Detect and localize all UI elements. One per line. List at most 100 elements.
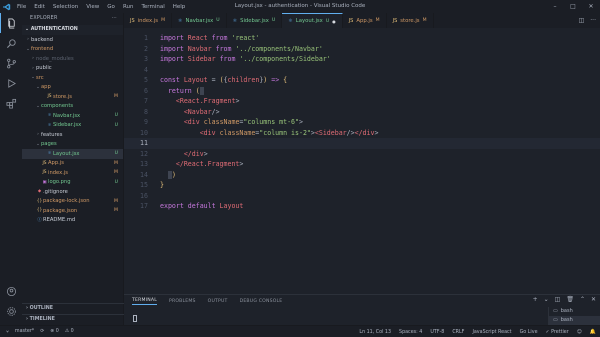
tree-item[interactable]: JS index.js M xyxy=(22,168,123,178)
code-token: > xyxy=(298,118,303,126)
status-item[interactable]: Go Live xyxy=(520,330,538,335)
menu-item-run[interactable]: Run xyxy=(119,4,138,10)
code-line: 5 const Layout = ({children}) => { xyxy=(124,75,600,86)
tree-item[interactable]: ⌄ pages xyxy=(22,140,123,150)
unsaved-dot-icon[interactable]: ● xyxy=(332,19,336,24)
tree-item[interactable]: › features xyxy=(22,130,123,140)
menu-item-selection[interactable]: Selection xyxy=(49,4,82,10)
code-editor[interactable]: 1 import React from 'react' 2 import Navbar… xyxy=(124,28,600,294)
tab-status: U xyxy=(271,18,276,23)
tree-item[interactable]: ⌄ app xyxy=(22,83,123,93)
warnings-count[interactable]: ⚠ 0 xyxy=(65,329,74,334)
status-item[interactable]: Spaces: 4 xyxy=(399,330,422,335)
tab-navbar-jsx[interactable]: ⚛ Navbar.jsx U xyxy=(172,13,227,28)
tree-item[interactable]: ▣ logo.png U xyxy=(22,178,123,188)
feedback-icon[interactable]: ☺ xyxy=(577,330,582,335)
code-line: 16 xyxy=(124,191,600,202)
code-token: <Sidebar xyxy=(314,128,347,137)
workspace-section[interactable]: ⌄ AUTHENTICATION xyxy=(22,25,123,35)
chevron-down-icon[interactable]: ⌄ xyxy=(544,296,549,303)
terminal-icon: ▭ xyxy=(553,308,558,314)
tree-item[interactable]: ◆ .gitignore xyxy=(22,187,123,197)
tree-item[interactable]: {} package-lock.json M xyxy=(22,197,123,207)
more-actions-icon[interactable]: ··· xyxy=(590,17,596,24)
chevron-up-icon[interactable]: ⌃ xyxy=(580,296,585,303)
errors-count[interactable]: ⊗ 0 xyxy=(50,329,59,334)
minimize-icon[interactable]: – xyxy=(546,0,564,13)
tree-item[interactable]: ⌄ components xyxy=(22,102,123,112)
terminal-cursor[interactable] xyxy=(133,315,137,322)
tree-item[interactable]: › backend xyxy=(22,35,123,45)
git-file-icon: ◆ xyxy=(37,189,42,195)
add-terminal-icon[interactable]: + xyxy=(533,296,538,303)
menu-item-help[interactable]: Help xyxy=(169,4,190,10)
outline-section[interactable]: › OUTLINE xyxy=(22,303,124,313)
tree-item[interactable]: ⚛ Navbar.jsx U xyxy=(22,111,123,121)
javascript-file-icon: JS xyxy=(348,17,354,24)
tree-item[interactable]: › node_modules xyxy=(22,54,123,64)
tree-item[interactable]: JS App.js M xyxy=(22,159,123,169)
tree-item[interactable]: ⚛ Sidebar.jsx U xyxy=(22,121,123,131)
status-item[interactable]: Ln 11, Col 13 xyxy=(359,330,391,335)
timeline-section[interactable]: › TIMELINE xyxy=(22,314,124,324)
terminal-name: bash xyxy=(560,317,573,323)
notifications-bell-icon[interactable]: 🔔 xyxy=(590,329,596,335)
code-line: 9 <div className="columns mt-6"> xyxy=(124,117,600,128)
status-item[interactable]: ✓ Prettier xyxy=(546,330,569,335)
close-icon[interactable]: ✕ xyxy=(582,0,600,13)
search-icon[interactable] xyxy=(0,33,22,53)
menu-item-terminal[interactable]: Terminal xyxy=(137,4,168,10)
code-line: 17 export default Layout xyxy=(124,201,600,212)
panel-tab-debug-console[interactable]: DEBUG CONSOLE xyxy=(240,299,283,304)
sync-icon[interactable]: ⟳ xyxy=(40,329,44,334)
explorer-icon[interactable] xyxy=(0,13,22,33)
panel-tab-terminal[interactable]: TERMINAL xyxy=(132,298,157,305)
status-item[interactable]: CRLF xyxy=(452,330,464,335)
more-actions-icon[interactable]: ··· xyxy=(112,13,123,25)
split-terminal-icon[interactable]: ◫ xyxy=(555,296,561,303)
tab-status: M xyxy=(375,18,380,23)
status-item[interactable]: UTF-8 xyxy=(430,330,444,335)
tree-item[interactable]: JS store.js M xyxy=(22,92,123,102)
tab-index-js[interactable]: JS index.js M xyxy=(124,13,173,28)
tree-item[interactable]: ⌄ src xyxy=(22,73,123,83)
code-line: 11 xyxy=(124,138,600,149)
account-icon[interactable] xyxy=(0,281,22,301)
maximize-icon[interactable]: □ xyxy=(564,0,582,13)
panel-tab-problems[interactable]: PROBLEMS xyxy=(169,299,196,304)
line-number: 13 xyxy=(140,160,148,168)
menu-item-view[interactable]: View xyxy=(82,4,103,10)
tab-sidebar-jsx[interactable]: ⚛ Sidebar.jsx U xyxy=(227,13,283,28)
tree-item[interactable]: ⚛ Layout.jsx U xyxy=(22,149,123,159)
terminal-instance[interactable]: ▭ bash xyxy=(549,307,600,316)
extensions-icon[interactable] xyxy=(0,93,22,113)
code-text: import React from 'react' xyxy=(160,33,259,44)
status-item[interactable]: JavaScript React xyxy=(472,330,511,335)
javascript-file-icon: JS xyxy=(47,94,52,100)
panel-tab-output[interactable]: OUTPUT xyxy=(208,299,228,304)
tab-layout-jsx[interactable]: ⚛ Layout.jsx U ● xyxy=(282,13,343,28)
terminal-instance[interactable]: ▭ bash xyxy=(549,316,600,325)
branch-icon[interactable]: ⑂ xyxy=(6,329,9,335)
run-debug-icon[interactable] xyxy=(0,73,22,93)
tree-item[interactable]: › public xyxy=(22,64,123,74)
menu-item-go[interactable]: Go xyxy=(103,4,119,10)
tree-item[interactable]: {} package.json M xyxy=(22,206,123,216)
menu-item-file[interactable]: File xyxy=(13,4,30,10)
split-editor-icon[interactable]: ◫ xyxy=(579,17,585,24)
tab-app-js[interactable]: JS App.js M xyxy=(343,13,387,28)
settings-gear-icon[interactable] xyxy=(0,301,22,321)
tree-item[interactable]: ⌄ frontend xyxy=(22,45,123,55)
tab-store-js[interactable]: JS store.js M xyxy=(387,13,434,28)
branch-name[interactable]: master* xyxy=(15,329,34,334)
terminal-list: ▭ bash ▭ bash xyxy=(548,307,600,326)
close-panel-icon[interactable]: ✕ xyxy=(591,296,596,303)
tree-item-label: app xyxy=(41,84,51,91)
tree-item[interactable]: ⓘ README.md xyxy=(22,216,123,226)
json-file-icon: {} xyxy=(36,208,43,214)
source-control-icon[interactable] xyxy=(0,53,22,73)
tree-item-label: logo.png xyxy=(48,179,71,186)
menu-item-edit[interactable]: Edit xyxy=(30,4,49,10)
trash-icon[interactable]: 🗑 xyxy=(566,296,574,303)
